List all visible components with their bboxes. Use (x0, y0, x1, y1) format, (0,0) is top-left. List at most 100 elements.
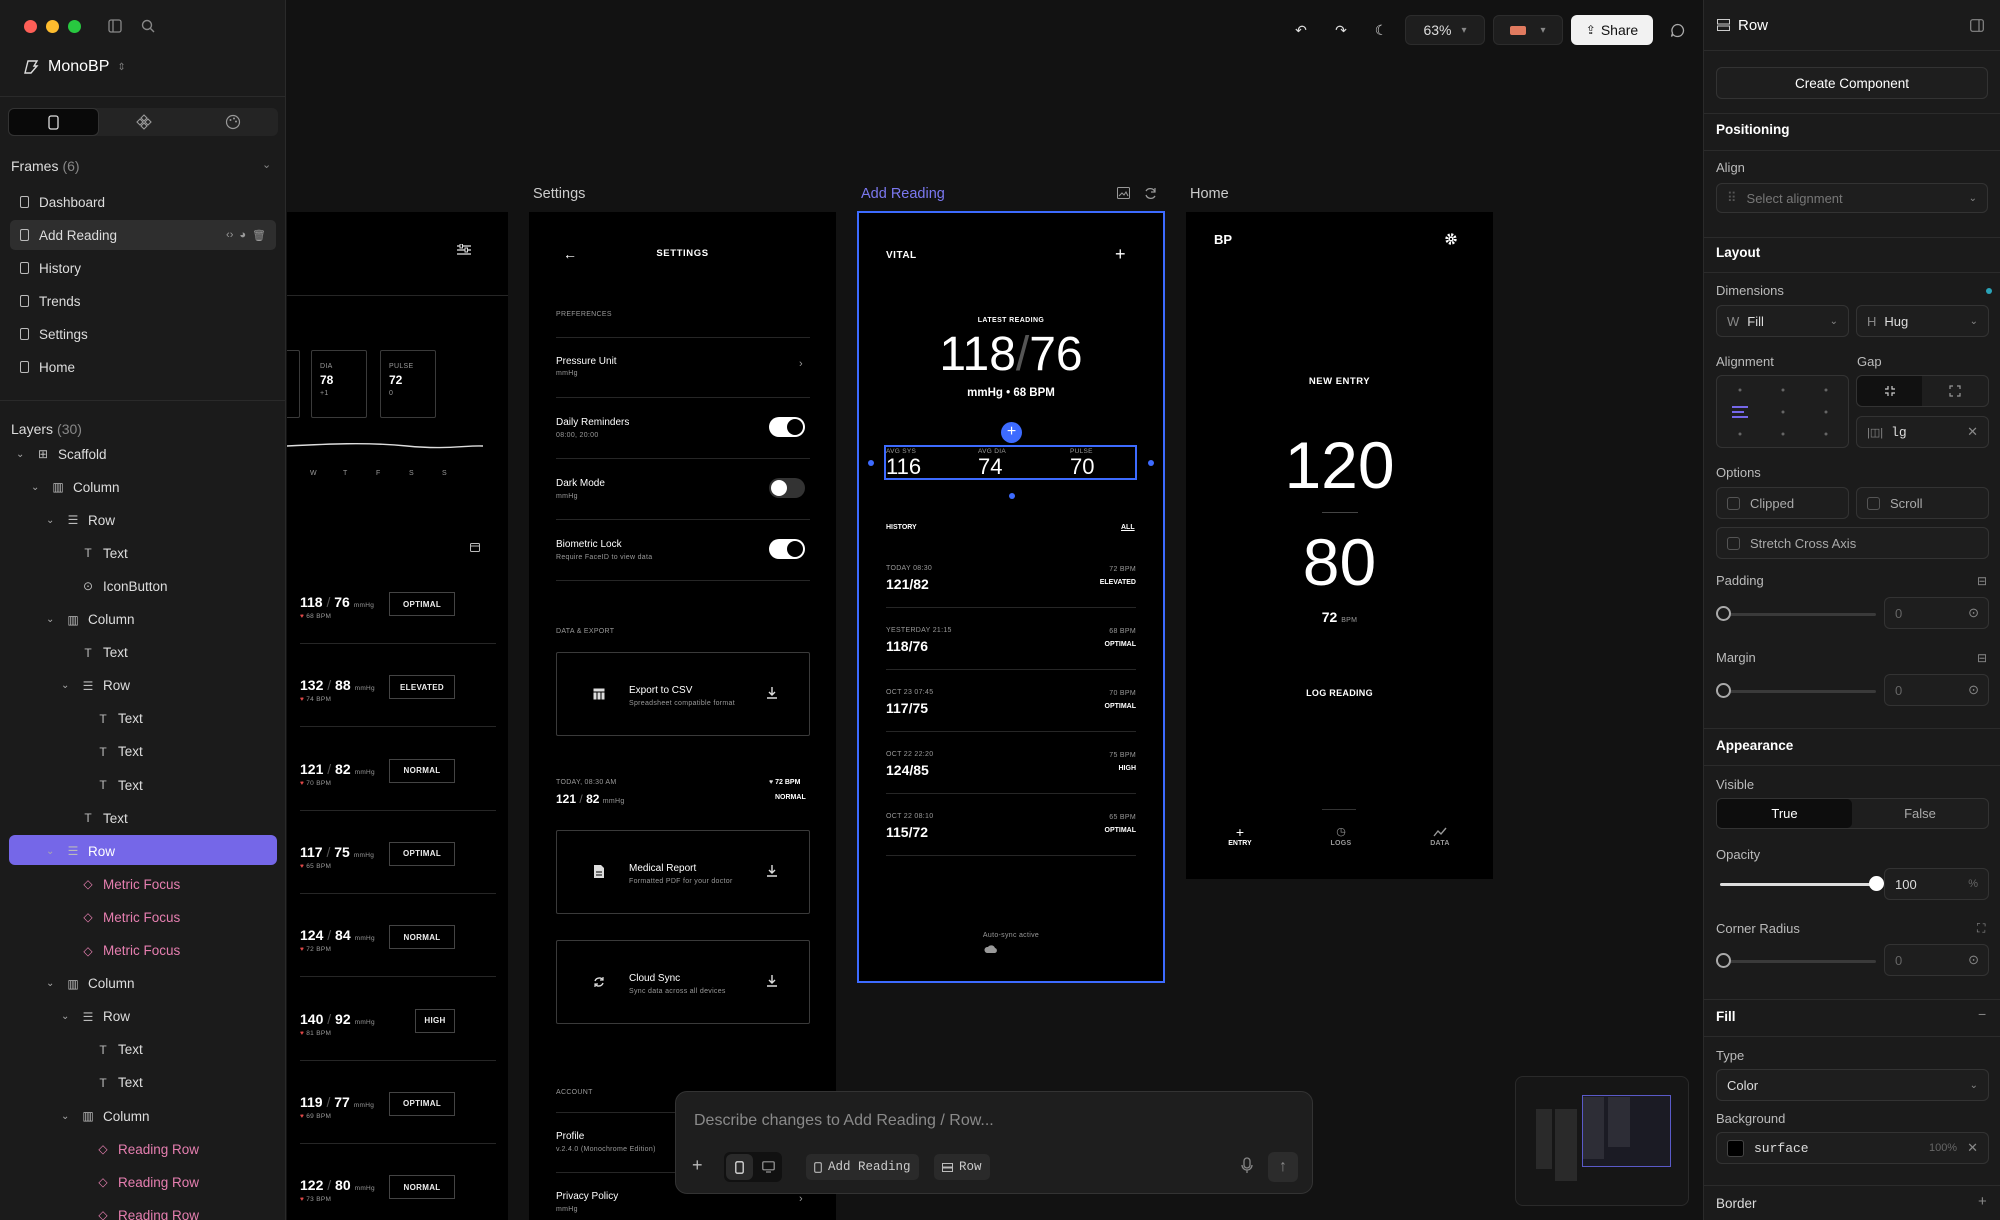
settings-gear-icon[interactable] (1444, 232, 1458, 246)
clear-icon[interactable]: ✕ (1967, 1140, 1978, 1156)
nav-logs[interactable]: ◷ LOGS (1327, 826, 1355, 847)
frames-header[interactable]: Frames (6) (11, 158, 80, 174)
layer-row[interactable]: ⌄ ☰ Row (61, 1003, 130, 1031)
dashboard-frame[interactable]: DIA 78 +1 PULSE 72 0 WTFSS 118 / 76 mmHg ♥ 68 B… (287, 212, 508, 1220)
metric-focus-value[interactable]: 116 (886, 454, 921, 480)
frames-collapse-icon[interactable]: ⌄ (262, 158, 271, 171)
export-csv-card[interactable]: Export to CSV Spreadsheet compatible for… (556, 652, 810, 736)
layer-metric-focus[interactable]: ◇ Metric Focus (61, 937, 180, 965)
layer-text[interactable]: T Text (76, 771, 142, 799)
layer-column[interactable]: ⌄ ▥ Column (61, 1102, 150, 1130)
create-component-button[interactable]: Create Component (1716, 67, 1988, 99)
reading-row[interactable]: 117 / 75 mmHg ♥ 65 BPM OPTIMAL (287, 837, 508, 897)
prompt-input[interactable]: Describe changes to Add Reading / Row... (694, 1112, 994, 1130)
alignment-grid[interactable] (1716, 375, 1849, 448)
frame-item-add-reading[interactable]: Add Reading ‹› ◕ 🗑 (10, 220, 276, 250)
layer-text[interactable]: T Text (61, 539, 127, 567)
biometric-lock-toggle[interactable] (769, 539, 805, 559)
reading-row[interactable]: 124 / 84 mmHg ♥ 72 BPM NORMAL (287, 920, 508, 980)
variable-icon[interactable]: ⊙ (1968, 605, 1979, 621)
theme-mode-tab[interactable] (189, 108, 278, 136)
log-reading-button[interactable]: LOG READING (1186, 688, 1493, 698)
send-button[interactable]: ↑ (1268, 1152, 1298, 1182)
margin-slider[interactable] (1720, 690, 1876, 693)
resize-handle-left[interactable] (868, 460, 874, 466)
desktop-target-button[interactable] (755, 1152, 782, 1182)
theme-toggle-button[interactable]: ☾ (1367, 15, 1395, 45)
context-chip-frame[interactable]: Add Reading (806, 1154, 919, 1180)
home-frame-label[interactable]: Home (1190, 186, 1229, 202)
project-switcher[interactable]: MonoBP ⇕ (22, 58, 126, 76)
layer-iconbutton[interactable]: ⊙ IconButton (61, 572, 168, 600)
variable-icon[interactable]: ⊙ (1968, 952, 1979, 968)
nav-entry[interactable]: + ENTRY (1225, 825, 1255, 847)
dark-mode-toggle[interactable] (769, 478, 805, 498)
frame-item-home[interactable]: Home (10, 352, 276, 382)
pulse-value[interactable]: 72 BPM (1186, 609, 1493, 625)
palette-icon[interactable]: ◕ (239, 229, 246, 242)
frame-item-settings[interactable]: Settings (10, 319, 276, 349)
comments-button[interactable] (1663, 15, 1691, 45)
chevron-down-icon[interactable]: ⌄ (46, 614, 58, 625)
layer-text[interactable]: T Text (61, 804, 127, 832)
maximize-window-button[interactable] (68, 20, 81, 33)
scroll-checkbox[interactable]: Scroll (1856, 487, 1989, 519)
layer-metric-focus[interactable]: ◇ Metric Focus (61, 870, 180, 898)
opacity-input[interactable]: 100% (1884, 868, 1989, 900)
layer-column[interactable]: ⌄ ▥ Column (46, 970, 135, 998)
align-select[interactable]: ⠿ Select alignment ⌄ (1716, 183, 1988, 213)
layer-text[interactable]: T Text (61, 639, 127, 667)
gap-input[interactable]: |◫| lg ✕ (1856, 416, 1989, 448)
clear-icon[interactable]: ✕ (1967, 424, 1978, 440)
chevron-right-icon[interactable]: › (799, 1193, 803, 1205)
chevron-down-icon[interactable]: ⌄ (16, 449, 28, 460)
layer-text[interactable]: T Text (76, 1069, 142, 1097)
corner-radius-slider-knob[interactable] (1716, 953, 1731, 968)
corner-radius-slider[interactable] (1720, 960, 1876, 963)
visible-true-button[interactable]: True (1717, 799, 1852, 828)
layer-text[interactable]: T Text (76, 738, 142, 766)
filter-icon[interactable] (457, 244, 471, 256)
resize-handle-bottom[interactable] (1009, 493, 1015, 499)
image-export-icon[interactable] (1117, 187, 1130, 199)
corner-radius-input[interactable]: 0 ⊙ (1884, 944, 1989, 976)
share-button[interactable]: ⇪ Share (1571, 15, 1653, 45)
systolic-value[interactable]: 120 (1186, 427, 1493, 503)
frames-mode-tab[interactable] (8, 108, 100, 136)
canvas-minimap[interactable] (1515, 1076, 1689, 1206)
cloud-sync-card[interactable]: Cloud Sync Sync data across all devices (556, 940, 810, 1024)
settings-frame-label[interactable]: Settings (533, 186, 585, 202)
frame-item-trends[interactable]: Trends (10, 286, 276, 316)
attach-plus-icon[interactable]: + (692, 1155, 703, 1176)
gap-fixed-button[interactable] (1857, 376, 1922, 406)
redo-button[interactable]: ↷ (1327, 15, 1355, 45)
clipped-checkbox[interactable]: Clipped (1716, 487, 1849, 519)
layer-column[interactable]: ⌄ ▥ Column (31, 473, 120, 501)
layer-reading-row[interactable]: ◇ Reading Row (76, 1168, 199, 1196)
padding-input[interactable]: 0 ⊙ (1884, 597, 1989, 629)
add-border-icon[interactable]: + (1978, 1193, 1987, 1210)
margin-input[interactable]: 0 ⊙ (1884, 674, 1989, 706)
chevron-down-icon[interactable]: ⌄ (61, 680, 73, 691)
metric-focus-value[interactable]: 74 (978, 454, 1002, 480)
sidebar-toggle-icon[interactable] (108, 19, 122, 33)
height-select[interactable]: H Hug ⌄ (1856, 305, 1989, 337)
layer-reading-row[interactable]: ◇ Reading Row (76, 1135, 199, 1163)
layer-text[interactable]: T Text (76, 1036, 142, 1064)
variable-icon[interactable]: ⊙ (1968, 682, 1979, 698)
margin-sides-icon[interactable]: ⊟ (1977, 651, 1987, 665)
visible-false-button[interactable]: False (1852, 806, 1988, 821)
layer-reading-row[interactable]: ◇ Reading Row (76, 1201, 199, 1220)
margin-slider-knob[interactable] (1716, 683, 1731, 698)
close-window-button[interactable] (24, 20, 37, 33)
opacity-slider-knob[interactable] (1869, 876, 1884, 891)
chevron-down-icon[interactable]: ⌄ (46, 515, 58, 526)
add-reading-frame-label[interactable]: Add Reading (861, 186, 945, 202)
medical-report-card[interactable]: Medical Report Formatted PDF for your do… (556, 830, 810, 914)
frame-item-dashboard[interactable]: Dashboard (10, 187, 276, 217)
chevron-down-icon[interactable]: ⌄ (46, 978, 58, 989)
padding-sides-icon[interactable]: ⊟ (1977, 574, 1987, 588)
background-color-field[interactable]: surface 100% ✕ (1716, 1132, 1989, 1164)
download-icon[interactable] (767, 687, 777, 699)
padding-slider-knob[interactable] (1716, 606, 1731, 621)
